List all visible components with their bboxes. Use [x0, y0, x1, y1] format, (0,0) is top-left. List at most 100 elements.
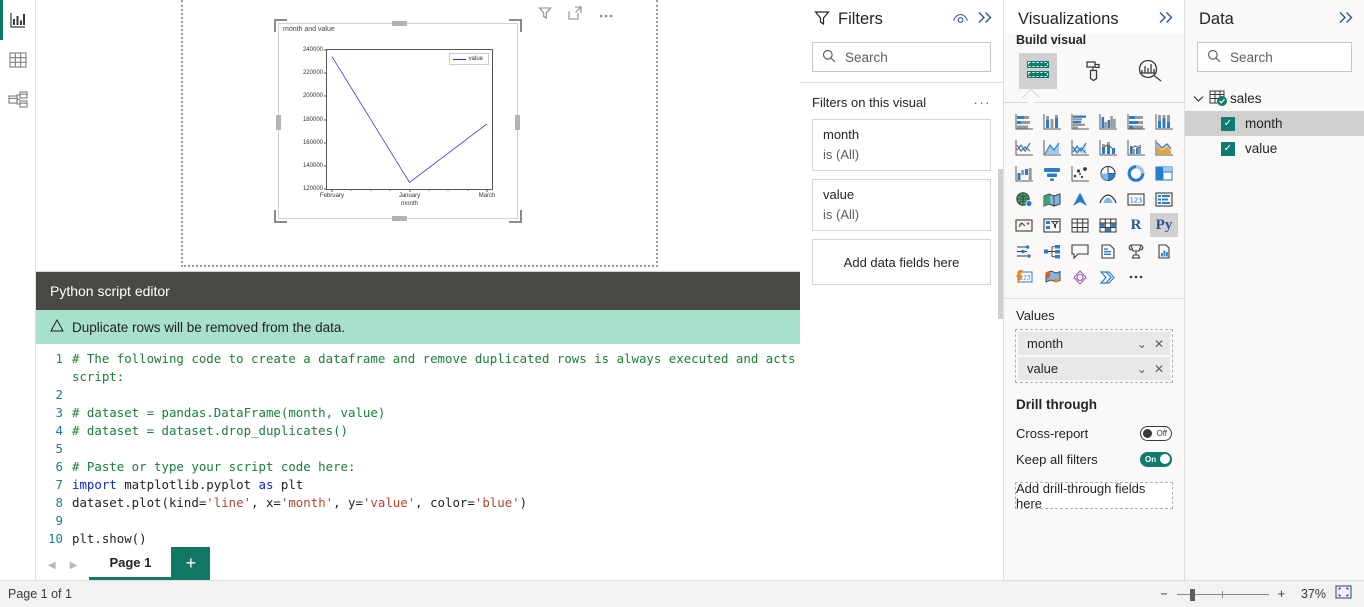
r-script-visual-icon[interactable]: R [1122, 213, 1150, 237]
area-chart-icon[interactable] [1038, 135, 1066, 159]
arcgis-maps-icon[interactable] [1038, 265, 1066, 289]
focus-mode-icon[interactable] [568, 5, 582, 23]
resize-handle-nw[interactable] [274, 19, 287, 32]
code-line-text[interactable]: import matplotlib.pyplot as plt [72, 476, 303, 494]
funnel-icon[interactable] [1038, 161, 1066, 185]
card-icon[interactable]: 123 [1122, 187, 1150, 211]
fit-to-page-icon[interactable] [1335, 585, 1352, 602]
chevron-down-icon[interactable]: ⌄ [1137, 337, 1147, 351]
q-and-a-icon[interactable] [1066, 239, 1094, 263]
100-stacked-column-chart-icon[interactable] [1150, 109, 1178, 133]
azure-map-icon[interactable] [1066, 187, 1094, 211]
stacked-column-chart-icon[interactable] [1038, 109, 1066, 133]
ribbon-chart-icon[interactable] [1150, 135, 1178, 159]
code-line-text[interactable]: # dataset = pandas.DataFrame(month, valu… [72, 404, 385, 422]
keep-all-filters-toggle[interactable]: On [1140, 451, 1172, 467]
cross-report-toggle[interactable]: Off [1140, 425, 1172, 441]
filled-map-icon[interactable] [1038, 187, 1066, 211]
zoom-in-button[interactable]: + [1278, 587, 1285, 601]
sidebar-item-model-view[interactable] [0, 80, 36, 120]
filters-scrollbar[interactable] [998, 169, 1003, 319]
more-options-icon[interactable] [598, 7, 614, 22]
build-visual-tab[interactable] [1019, 53, 1057, 89]
collapse-visualizations-pane-icon[interactable] [1158, 11, 1174, 28]
zoom-slider[interactable] [1176, 588, 1269, 601]
code-line-text[interactable]: # Paste or type your script code here: [72, 458, 355, 476]
visual-header-toolbar[interactable] [538, 3, 643, 25]
data-field-month[interactable]: ✓ month [1185, 111, 1364, 136]
line-and-clustered-column-icon[interactable] [1122, 135, 1150, 159]
format-visual-tab[interactable] [1075, 53, 1113, 89]
resize-handle-se[interactable] [509, 210, 522, 223]
analytics-tab[interactable] [1131, 53, 1169, 89]
data-field-value[interactable]: ✓ value [1185, 136, 1364, 161]
line-and-stacked-column-icon[interactable] [1094, 135, 1122, 159]
visualizations-tab-strip[interactable] [1004, 51, 1184, 89]
filter-card-month[interactable]: month is (All) [812, 119, 991, 171]
values-well[interactable]: month ⌄ ✕ value ⌄ ✕ [1015, 329, 1173, 383]
kpi-icon[interactable] [1010, 213, 1038, 237]
code-line-text[interactable]: dataset.plot(kind='line', x='month', y='… [72, 494, 527, 512]
resize-handle-w[interactable] [276, 115, 281, 130]
data-search-input[interactable]: Search [1197, 42, 1352, 72]
filters-dropzone[interactable]: Add data fields here [812, 239, 991, 285]
paginated-report-icon[interactable] [1150, 239, 1178, 263]
add-page-button[interactable]: + [171, 547, 211, 580]
values-field-value[interactable]: value ⌄ ✕ [1018, 357, 1170, 380]
chevron-down-icon[interactable] [1193, 91, 1204, 106]
report-page-canvas[interactable]: month and value 120000 140000 160000 180… [181, 0, 658, 267]
zoom-slider-thumb[interactable] [1189, 588, 1195, 601]
multi-row-card-icon[interactable] [1150, 187, 1178, 211]
slicer-icon[interactable] [1038, 213, 1066, 237]
power-apps-icon[interactable] [1094, 265, 1122, 289]
key-influencers-icon[interactable] [1122, 239, 1150, 263]
power-automate-icon[interactable]: 123 [1010, 265, 1038, 289]
matrix-icon[interactable] [1094, 213, 1122, 237]
waterfall-chart-icon[interactable] [1010, 161, 1038, 185]
page-tab-page-1[interactable]: Page 1 [89, 547, 172, 580]
arcgis-map-icon[interactable] [1094, 187, 1122, 211]
collapse-filters-pane-icon[interactable] [977, 11, 993, 28]
clustered-column-chart-icon[interactable] [1094, 109, 1122, 133]
filter-card-value[interactable]: value is (All) [812, 179, 991, 231]
treemap-icon[interactable] [1150, 161, 1178, 185]
more-visuals-icon[interactable] [1122, 265, 1150, 289]
filter-icon[interactable] [538, 6, 552, 23]
zoom-control[interactable]: − + 37% [1160, 585, 1364, 602]
scatter-chart-icon[interactable] [1066, 161, 1094, 185]
pie-chart-icon[interactable] [1094, 161, 1122, 185]
code-line-text[interactable]: plt.show() [72, 530, 147, 547]
values-field-month[interactable]: month ⌄ ✕ [1018, 332, 1170, 355]
eye-icon[interactable] [952, 12, 969, 28]
resize-handle-s[interactable] [392, 216, 407, 221]
remove-field-icon[interactable]: ✕ [1154, 337, 1164, 351]
100-stacked-bar-chart-icon[interactable] [1122, 109, 1150, 133]
resize-handle-sw[interactable] [274, 210, 287, 223]
field-checkbox[interactable]: ✓ [1221, 116, 1235, 131]
resize-handle-e[interactable] [515, 115, 520, 130]
sidebar-item-report-view[interactable] [0, 0, 36, 40]
gauge-icon[interactable] [1010, 239, 1038, 263]
resize-handle-n[interactable] [392, 21, 407, 26]
narrative-icon[interactable] [1094, 239, 1122, 263]
map-icon[interactable] [1010, 187, 1038, 211]
more-options-icon[interactable]: ··· [974, 95, 992, 110]
code-line-text[interactable] [72, 440, 79, 458]
data-table-sales[interactable]: sales [1185, 86, 1364, 111]
filters-search-input[interactable]: Search [812, 42, 991, 72]
table-icon[interactable] [1066, 213, 1094, 237]
collapse-data-pane-icon[interactable] [1338, 11, 1354, 28]
code-line-text[interactable]: # dataset = dataset.drop_duplicates() [72, 422, 348, 440]
zoom-out-button[interactable]: − [1160, 587, 1167, 601]
drill-through-dropzone[interactable]: Add drill-through fields here [1015, 481, 1173, 511]
visual-type-grid[interactable]: 123 R Py 123 [1004, 103, 1184, 293]
stacked-area-chart-icon[interactable] [1066, 135, 1094, 159]
code-line-text[interactable] [72, 386, 79, 404]
clustered-bar-chart-icon[interactable] [1066, 109, 1094, 133]
previous-page-arrow[interactable]: ◀ [48, 560, 56, 571]
python-visual-icon[interactable]: Py [1150, 213, 1178, 237]
decomposition-tree-icon[interactable] [1038, 239, 1066, 263]
field-checkbox[interactable]: ✓ [1221, 141, 1235, 156]
python-visual-container[interactable]: month and value 120000 140000 160000 180… [274, 19, 522, 223]
smart-narrative-icon[interactable] [1066, 265, 1094, 289]
